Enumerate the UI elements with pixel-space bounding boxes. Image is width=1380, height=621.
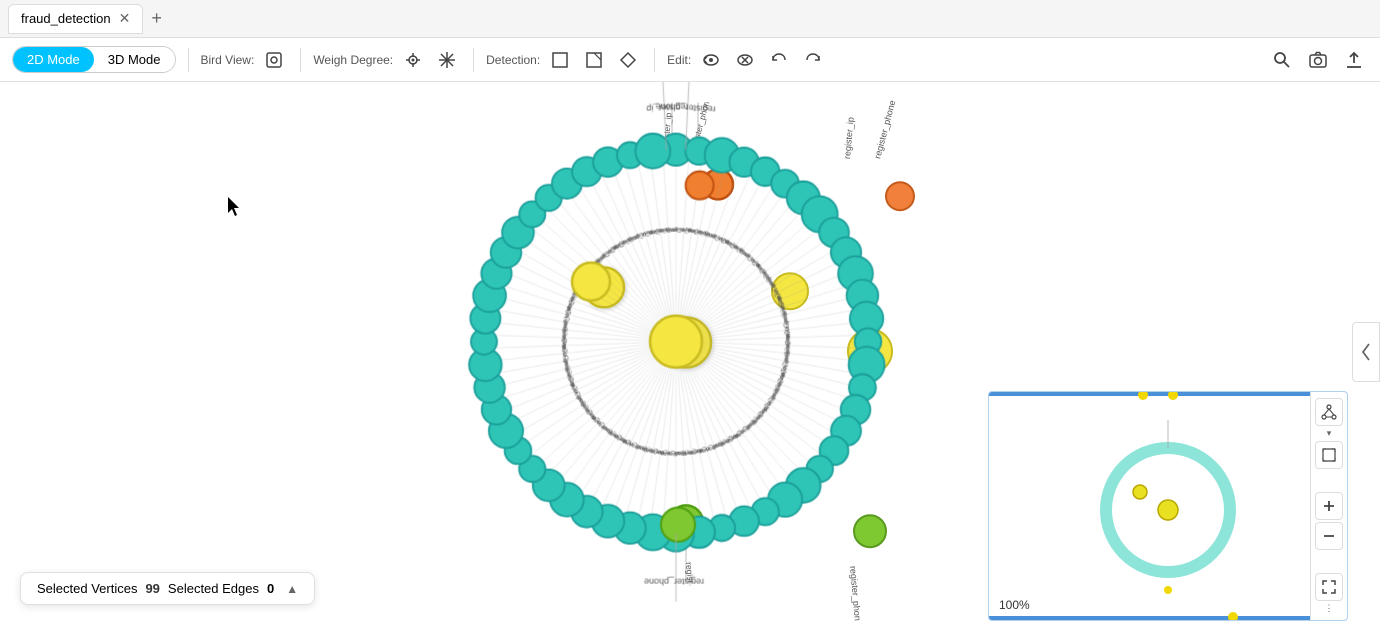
edit-label: Edit:: [667, 53, 691, 67]
mode-group: 2D Mode 3D Mode: [12, 46, 176, 73]
status-bar: Selected Vertices 99 Selected Edges 0 ▲: [20, 572, 315, 605]
bird-view-icon[interactable]: [260, 46, 288, 74]
bird-view-label: Bird View:: [201, 53, 255, 67]
export-icon[interactable]: [1340, 46, 1368, 74]
minimap: 100% ▾ ⋮: [988, 391, 1348, 621]
minimap-content[interactable]: [989, 396, 1347, 621]
new-tab-button[interactable]: +: [147, 8, 166, 29]
edit-icon-2[interactable]: [731, 46, 759, 74]
divider-3: [473, 48, 474, 72]
weigh-degree-label: Weigh Degree:: [313, 53, 393, 67]
detection-icon-3[interactable]: [614, 46, 642, 74]
zoom-out-icon[interactable]: [1315, 522, 1343, 550]
orange-top-node[interactable]: [703, 169, 733, 199]
redo-icon[interactable]: [799, 46, 827, 74]
edit-icon-1[interactable]: [697, 46, 725, 74]
divider-2: [300, 48, 301, 72]
minimap-controls: ▾ ⋮: [1310, 392, 1347, 620]
minimap-bottom-bar: [989, 616, 1347, 620]
tab-label: fraud_detection: [21, 11, 111, 26]
3d-mode-button[interactable]: 3D Mode: [94, 47, 175, 72]
graph-main[interactable]: register_ip register_phone register_phon…: [446, 102, 926, 582]
zoom-level: 100%: [999, 598, 1030, 612]
divider-1: [188, 48, 189, 72]
cursor-indicator: [228, 197, 240, 215]
label-register-phone: register_phone: [688, 102, 712, 153]
main-center-node[interactable]: [661, 317, 711, 367]
tab-fraud-detection[interactable]: fraud_detection ✕: [8, 4, 143, 34]
chevron-up-icon[interactable]: ▲: [286, 582, 298, 596]
divider-4: [654, 48, 655, 72]
weigh-degree-group: Weigh Degree:: [313, 46, 461, 74]
detection-label: Detection:: [486, 53, 540, 67]
weigh-degree-icon-1[interactable]: [399, 46, 427, 74]
minimap-svg: [1068, 410, 1268, 610]
bird-view-group: Bird View:: [201, 46, 289, 74]
weigh-degree-icon-2[interactable]: [433, 46, 461, 74]
edit-group: Edit:: [667, 46, 827, 74]
side-panel-toggle[interactable]: [1352, 322, 1380, 382]
detection-icon-1[interactable]: [546, 46, 574, 74]
toolbar: 2D Mode 3D Mode Bird View: Weigh Degree:…: [0, 38, 1380, 82]
zoom-in-icon[interactable]: [1315, 492, 1343, 520]
selected-vertices-label: Selected Vertices: [37, 581, 137, 596]
detection-icon-2[interactable]: [580, 46, 608, 74]
secondary-yellow-node[interactable]: [584, 267, 624, 307]
minimap-dot-bottom: [1228, 612, 1238, 621]
camera-icon[interactable]: [1304, 46, 1332, 74]
main-area: .node-teal { fill: #2ec4b6; stroke: #1a9…: [0, 82, 1380, 621]
dropdown-arrow[interactable]: ▾: [1315, 428, 1343, 439]
label-bottom: register_phone: [684, 561, 699, 582]
title-bar: fraud_detection ✕ +: [0, 0, 1380, 38]
undo-icon[interactable]: [765, 46, 793, 74]
selected-edges-count: 0: [267, 581, 274, 596]
toolbar-right: [1268, 46, 1368, 74]
selected-edges-label: Selected Edges: [168, 581, 259, 596]
label-register-ip: register_ip: [660, 111, 673, 152]
expand-icon[interactable]: [1315, 573, 1343, 601]
selected-vertices-count: 99: [145, 581, 159, 596]
fit-screen-icon[interactable]: [1315, 441, 1343, 469]
2d-mode-button[interactable]: 2D Mode: [13, 47, 94, 72]
search-icon[interactable]: [1268, 46, 1296, 74]
more-options[interactable]: ⋮: [1315, 603, 1343, 614]
tab-close-icon[interactable]: ✕: [119, 10, 131, 27]
graph-type-icon[interactable]: [1315, 398, 1343, 426]
detection-group: Detection:: [486, 46, 642, 74]
